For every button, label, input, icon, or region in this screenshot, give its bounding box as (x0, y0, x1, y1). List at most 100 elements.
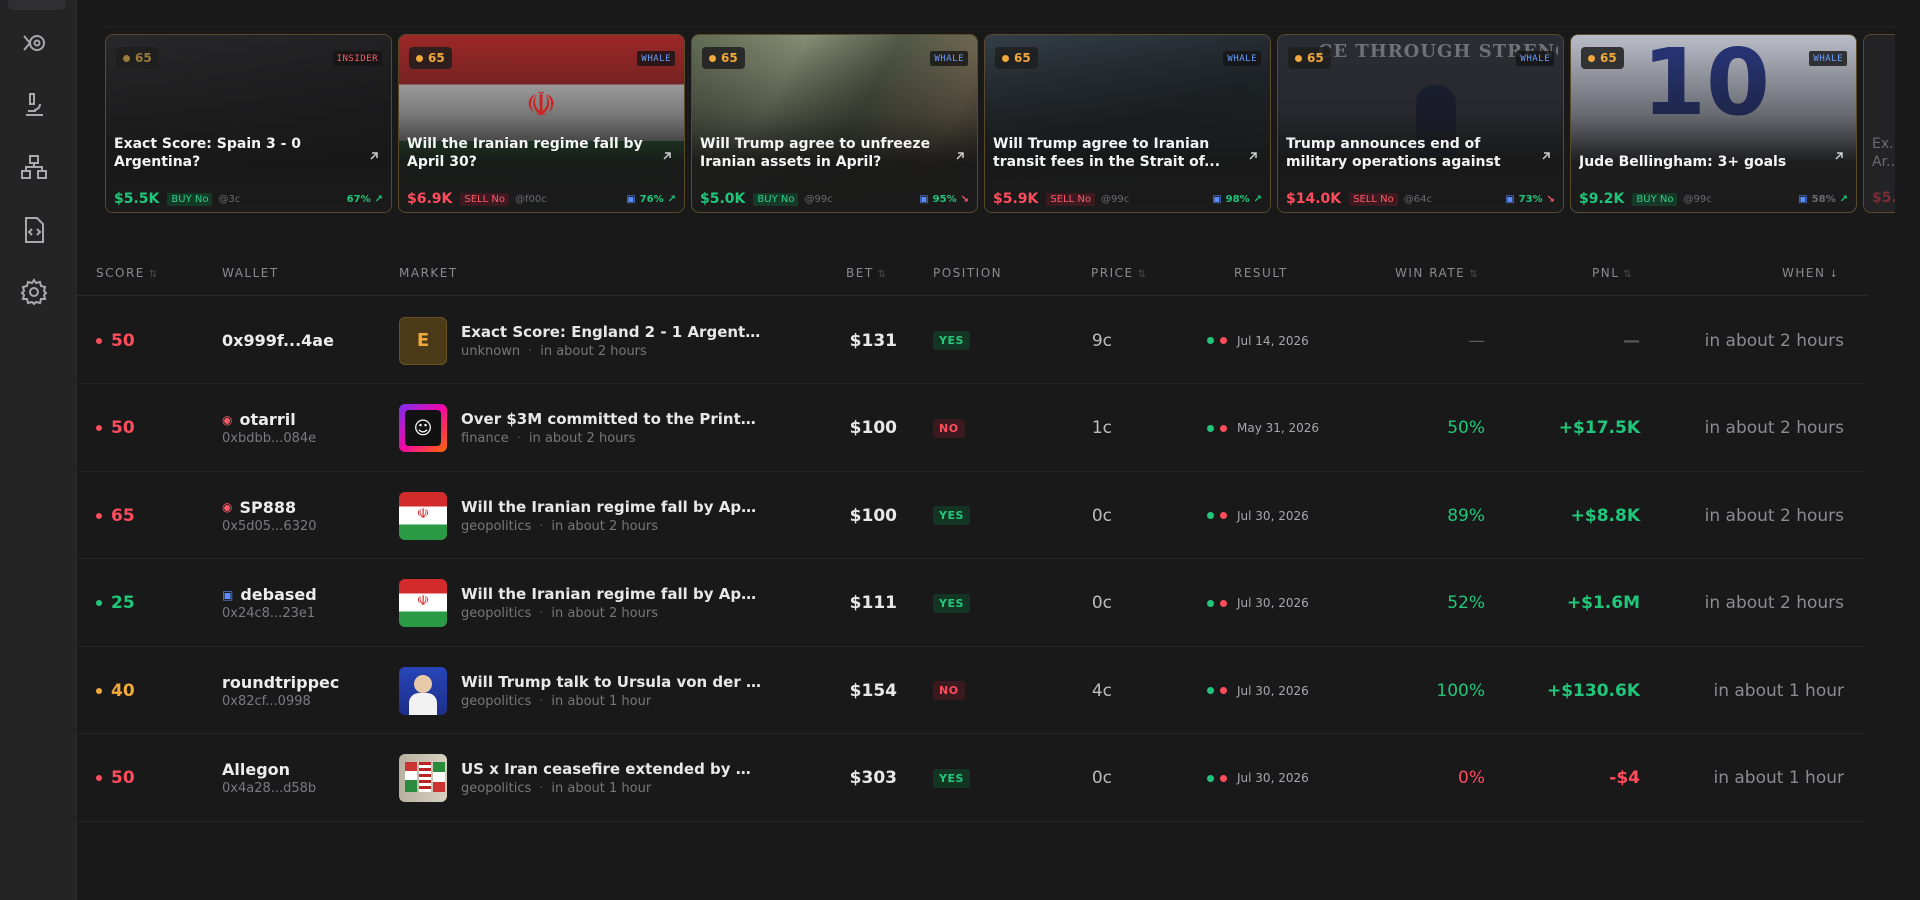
position-cell: YES (933, 297, 970, 384)
result-cell: Jul 14, 2026 (1207, 297, 1309, 384)
header-bet[interactable]: BET ⇅ (846, 266, 888, 280)
score-chip: 65 (1288, 47, 1331, 69)
result-date: Jul 30, 2026 (1237, 771, 1309, 785)
wallet-name[interactable]: SP888 (239, 498, 296, 517)
wallet-cell[interactable]: ◉ SP888 0x5d05...6320 (222, 472, 317, 559)
table-row[interactable]: 50 ◉ otarril 0xbdbb...084e ☺ Over $3M committ… (77, 385, 1867, 472)
card-title: Ex... Ar... (1872, 136, 1895, 170)
market-cell[interactable]: E Exact Score: England 2 - 1 Argenti... un… (399, 297, 761, 384)
external-link-icon[interactable] (367, 149, 381, 163)
wallet-cell[interactable]: roundtrippec 0x82cf...0998 (222, 647, 339, 734)
wallet-name[interactable]: 0x999f...4ae (222, 331, 334, 350)
wallet-cell[interactable]: 0x999f...4ae (222, 297, 334, 384)
score-cell: 25 (96, 560, 135, 647)
market-cell[interactable]: US x Iran ceasefire extended by Ap... geo… (399, 735, 761, 822)
header-position: POSITION (933, 266, 1003, 280)
wallet-name[interactable]: Allegon (222, 760, 290, 779)
market-cell[interactable]: ☫ Will the Iranian regime fall by April .… (399, 472, 761, 559)
table-row[interactable]: 50 Allegon 0x4a28...d58b US x Iran ceasefir… (77, 735, 1867, 822)
card-handle: @99c (804, 193, 833, 205)
wallet-cell[interactable]: ▣ debased 0x24c8...23e1 (222, 560, 317, 647)
green-dot-icon (1207, 512, 1214, 519)
alert-card[interactable]: 65 WHALE Will Trump agree to Iranian tra… (984, 34, 1271, 213)
card-percent: 58% (1811, 193, 1836, 205)
result-date: Jul 14, 2026 (1237, 333, 1309, 348)
external-link-icon[interactable] (1539, 149, 1553, 163)
red-dot-icon (1220, 424, 1227, 432)
external-link-icon[interactable] (660, 149, 674, 163)
table-row[interactable]: 50 0x999f...4ae E Exact Score: England 2 - … (77, 297, 1867, 384)
alert-card[interactable]: 65 INSIDER Exact Score: Spain 3 - 0 Arge… (105, 34, 392, 213)
market-cell[interactable]: ☺ Over $3M committed to the Printr ... fin… (399, 385, 761, 472)
market-thumbnail (399, 754, 447, 802)
sort-desc-icon: ↓ (1829, 269, 1840, 280)
market-category: geopolitics (461, 781, 532, 796)
score-chip: 65 (116, 47, 159, 69)
wallet-cell[interactable]: ◉ otarril 0xbdbb...084e (222, 385, 316, 472)
market-title[interactable]: Exact Score: England 2 - 1 Argenti... (461, 323, 761, 341)
trend-up-icon: ↗ (1839, 193, 1848, 205)
wallet-cell[interactable]: Allegon 0x4a28...d58b (222, 735, 316, 822)
price-cell: 1c (1091, 418, 1112, 438)
market-cell[interactable]: ☫ Will the Iranian regime fall by April .… (399, 560, 761, 647)
market-time: in about 2 hours (540, 343, 647, 359)
header-market: MARKET (399, 266, 458, 280)
card-amount: $5.0K (700, 191, 746, 207)
trend-up-icon: ↗ (374, 193, 383, 205)
result-date: Jul 30, 2026 (1237, 508, 1309, 523)
external-link-icon[interactable] (1246, 149, 1260, 163)
score-dot-icon (1295, 54, 1302, 62)
card-title: Will the Iranian regime fall by April 30… (407, 136, 643, 170)
table-row[interactable]: 40 roundtrippec 0x82cf...0998 Will Trump ta… (77, 647, 1867, 734)
header-score[interactable]: SCORE ⇅ (96, 266, 159, 280)
alert-card[interactable]: ☫ 65 WHALE Will the Iranian regime fall … (398, 34, 685, 213)
target-icon[interactable] (17, 26, 51, 60)
when-cell: in about 1 hour (1713, 768, 1844, 788)
wallet-address: 0xbdbb...084e (222, 431, 317, 446)
red-dot-icon (1220, 599, 1227, 607)
alert-card-partial[interactable]: Ex... Ar... $5... (1863, 34, 1895, 213)
wallet-name[interactable]: roundtrippec (222, 673, 339, 692)
pnl-cell: +$8.8K (1570, 505, 1640, 526)
market-title[interactable]: Will the Iranian regime fall by April ..… (461, 585, 761, 603)
wallet-name[interactable]: otarril (239, 410, 295, 429)
eye-icon: ◉ (222, 500, 233, 514)
table-row[interactable]: 65 ◉ SP888 0x5d05...6320 ☫ Will the Iranian r… (77, 472, 1867, 559)
pnl-cell: +$1.6M (1566, 593, 1640, 613)
position-cell: NO (933, 647, 965, 734)
score-dot-icon (709, 54, 716, 62)
alert-card[interactable]: 10 65 WHALE Jude Bellingham: 3+ goals $9… (1570, 34, 1857, 213)
card-handle: @99c (1100, 193, 1130, 205)
external-link-icon[interactable] (953, 149, 967, 163)
header-winrate[interactable]: WIN RATE ⇅ (1395, 266, 1479, 280)
wallet-name[interactable]: debased (240, 585, 316, 604)
market-cell[interactable]: Will Trump talk to Ursula von der Le... g… (399, 647, 761, 734)
score-dot-icon (96, 687, 102, 694)
gear-icon[interactable] (17, 275, 51, 309)
microscope-icon[interactable] (17, 88, 51, 122)
position-cell: YES (933, 472, 970, 559)
market-title[interactable]: Will Trump talk to Ursula von der Le... (461, 673, 761, 691)
code-file-icon[interactable] (17, 213, 51, 247)
when-cell: in about 2 hours (1704, 330, 1844, 351)
sidebar-top-tab[interactable] (8, 0, 66, 10)
header-pnl[interactable]: PNL ⇅ (1592, 266, 1633, 280)
table-row[interactable]: 25 ▣ debased 0x24c8...23e1 ☫ Will the Iranian… (77, 560, 1867, 647)
market-title[interactable]: Will the Iranian regime fall by April ..… (461, 498, 761, 516)
eye-icon: ◉ (222, 412, 233, 427)
green-dot-icon (1207, 337, 1214, 344)
market-time: in about 2 hours (528, 431, 636, 446)
market-thumbnail: E (399, 316, 447, 365)
network-icon[interactable] (17, 150, 51, 184)
market-title[interactable]: US x Iran ceasefire extended by Ap... (461, 760, 761, 778)
header-price[interactable]: PRICE ⇅ (1091, 266, 1147, 280)
header-when[interactable]: WHEN ↓ (1782, 266, 1839, 280)
pnl-cell: -$4 (1609, 768, 1640, 788)
alert-card[interactable]: 65 WHALE Will Trump agree to unfreeze Ir… (691, 34, 978, 213)
score-cell: 65 (96, 472, 135, 559)
alert-card[interactable]: CE THROUGH STRENGTH 65 WHALE Trump annou… (1277, 34, 1564, 213)
whale-tag: WHALE (930, 51, 968, 66)
market-title[interactable]: Over $3M committed to the Printr ... (461, 410, 761, 428)
external-link-icon[interactable] (1832, 149, 1846, 163)
when-cell: in about 1 hour (1713, 680, 1844, 701)
